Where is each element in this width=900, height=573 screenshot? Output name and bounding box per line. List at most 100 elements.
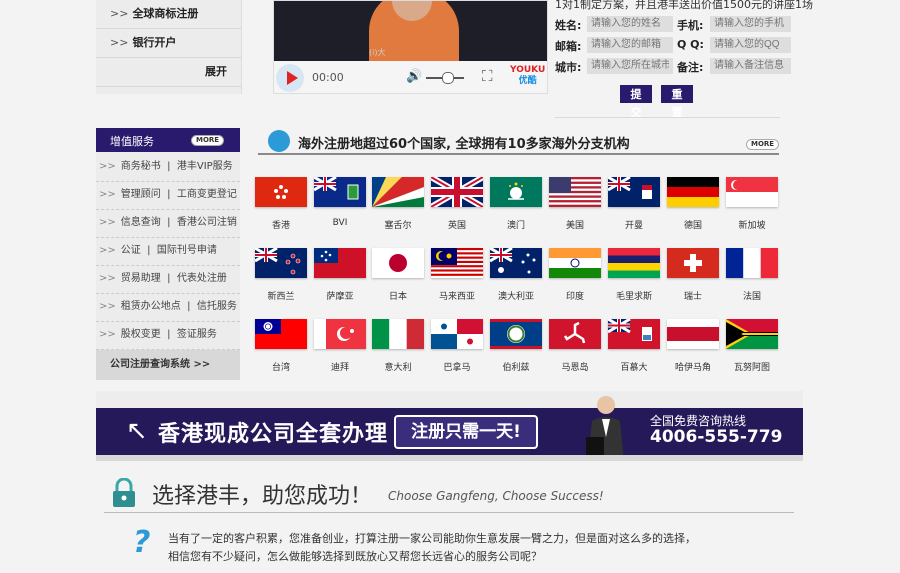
flag-label[interactable]: 开曼	[604, 218, 664, 231]
flag-label[interactable]: 毛里求斯	[604, 289, 664, 302]
seychelles-flag-icon[interactable]	[372, 177, 424, 207]
macau-flag-icon[interactable]	[490, 177, 542, 207]
france-flag-icon[interactable]	[726, 248, 778, 278]
flag-label[interactable]: 意大利	[368, 360, 428, 373]
panama-flag-icon[interactable]	[431, 319, 483, 349]
flag-label[interactable]: 百慕大	[604, 360, 664, 373]
service-link[interactable]: 贸易助理	[121, 273, 161, 284]
flag-label[interactable]: 法国	[722, 289, 782, 302]
service-link[interactable]: 香港公司注销	[177, 217, 237, 228]
singapore-flag-icon[interactable]	[726, 177, 778, 207]
flag-label[interactable]: 马来西亚	[427, 289, 487, 302]
japan-flag-icon[interactable]	[372, 248, 424, 278]
dubai-flag-icon[interactable]	[314, 319, 366, 349]
video-controls: 00:00 🔊 ⛶ YOUKU 优酷	[274, 61, 547, 93]
flag-label[interactable]: 塞舌尔	[368, 218, 428, 231]
remarks-field[interactable]	[710, 58, 791, 74]
flag-label[interactable]: 新西兰	[251, 289, 311, 302]
samoa-flag-icon[interactable]	[314, 248, 366, 278]
flag-label[interactable]: 瓦努阿图	[722, 360, 782, 373]
flag-label[interactable]: 澳门	[486, 218, 546, 231]
youku-logo[interactable]: YOUKU 优酷	[510, 65, 545, 87]
globe-icon	[268, 130, 290, 152]
flag-label[interactable]: 巴拿马	[427, 360, 487, 373]
new-zealand-flag-icon[interactable]	[255, 248, 307, 278]
uk-flag-icon[interactable]	[431, 177, 483, 207]
menu-item-trademark[interactable]: >> 全球商标注册	[96, 0, 241, 29]
video-screen[interactable]: (i)大	[274, 1, 547, 61]
belize-flag-icon[interactable]	[490, 319, 542, 349]
flag-label[interactable]: 香港	[251, 218, 311, 231]
service-link[interactable]: 签证服务	[177, 329, 217, 340]
services-more-button[interactable]: MORE	[191, 135, 225, 146]
flag-label[interactable]: 新加坡	[722, 218, 782, 231]
flag-label[interactable]: 伯利兹	[486, 360, 546, 373]
service-link[interactable]: 管理顾问	[121, 189, 161, 200]
flag-label[interactable]: 日本	[368, 289, 428, 302]
promo-banner[interactable]: ↖ 香港现成公司全套办理 注册只需一天! 全国免费咨询热线 4006-555-7…	[96, 391, 803, 461]
overseas-more-button[interactable]: MORE	[746, 139, 780, 150]
ras-al-khaimah-flag-icon[interactable]	[667, 319, 719, 349]
mauritius-flag-icon[interactable]	[608, 248, 660, 278]
consultant-figure	[586, 396, 624, 461]
switzerland-flag-icon[interactable]	[667, 248, 719, 278]
double-chevron-icon: >>	[99, 189, 116, 200]
volume-slider-knob[interactable]	[442, 72, 454, 84]
service-link[interactable]: 代表处注册	[177, 273, 227, 284]
service-row: >> 股权变更 | 签证服务	[96, 321, 240, 350]
india-flag-icon[interactable]	[549, 248, 601, 278]
isle-of-man-flag-icon[interactable]	[549, 319, 601, 349]
fullscreen-icon[interactable]: ⛶	[482, 67, 493, 85]
hong-kong-flag-icon[interactable]	[255, 177, 307, 207]
germany-flag-icon[interactable]	[667, 177, 719, 207]
flag-label[interactable]: 哈伊马角	[663, 360, 723, 373]
service-link[interactable]: 港丰VIP服务	[177, 161, 233, 172]
qq-field[interactable]	[710, 37, 791, 53]
city-field[interactable]	[587, 58, 673, 74]
flag-label[interactable]: 迪拜	[310, 360, 370, 373]
service-link[interactable]: 信息查询	[121, 217, 161, 228]
usa-flag-icon[interactable]	[549, 177, 601, 207]
flag-label[interactable]: 澳大利亚	[486, 289, 546, 302]
service-link[interactable]: 租赁办公地点	[121, 301, 181, 312]
bvi-flag-icon[interactable]	[314, 177, 366, 207]
bermuda-flag-icon[interactable]	[608, 319, 660, 349]
email-field[interactable]	[587, 37, 673, 53]
australia-flag-icon[interactable]	[490, 248, 542, 278]
service-link[interactable]: 国际刊号申请	[157, 245, 217, 256]
flag-label[interactable]: 台湾	[251, 360, 311, 373]
italy-flag-icon[interactable]	[372, 319, 424, 349]
company-query-link[interactable]: 公司注册查询系统 >>	[96, 350, 240, 380]
flag-label[interactable]: 德国	[663, 218, 723, 231]
flag-label[interactable]: 马恩岛	[545, 360, 605, 373]
service-link[interactable]: 工商变更登记	[177, 189, 237, 200]
expand-button[interactable]: 展开	[96, 58, 241, 87]
video-caption: (i)大	[369, 48, 386, 57]
service-row: >> 贸易助理 | 代表处注册	[96, 265, 240, 294]
volume-icon[interactable]: 🔊	[406, 69, 422, 84]
flag-label[interactable]: 印度	[545, 289, 605, 302]
cayman-flag-icon[interactable]	[608, 177, 660, 207]
flag-label[interactable]: 瑞士	[663, 289, 723, 302]
flag-label[interactable]: 美国	[545, 218, 605, 231]
service-link[interactable]: 信托服务	[197, 301, 237, 312]
malaysia-flag-icon[interactable]	[431, 248, 483, 278]
vanuatu-flag-icon[interactable]	[726, 319, 778, 349]
service-link[interactable]: 商务秘书	[121, 161, 161, 172]
flag-label[interactable]: BVI	[310, 218, 370, 228]
flag-label[interactable]: 英国	[427, 218, 487, 231]
service-link[interactable]: 股权变更	[121, 329, 161, 340]
video-player[interactable]: (i)大 00:00 🔊 ⛶ YOUKU 优酷	[273, 0, 548, 94]
choose-paragraph-line2: 相信您有不少疑问，怎么做能够选择到既放心又帮您长远省心的服务公司呢？	[168, 550, 542, 563]
menu-item-bank[interactable]: >> 银行开户	[96, 29, 241, 58]
flag-label[interactable]: 萨摩亚	[310, 289, 370, 302]
taiwan-flag-icon[interactable]	[255, 319, 307, 349]
banner-headline: 香港现成公司全套办理	[158, 422, 389, 447]
service-link[interactable]: 公证	[121, 245, 141, 256]
name-field[interactable]	[587, 16, 673, 32]
submit-button[interactable]: 提交	[620, 85, 652, 119]
phone-field[interactable]	[710, 16, 791, 32]
reset-button[interactable]: 重置	[661, 85, 693, 119]
video-time: 00:00	[312, 71, 344, 84]
play-button[interactable]	[276, 64, 304, 92]
